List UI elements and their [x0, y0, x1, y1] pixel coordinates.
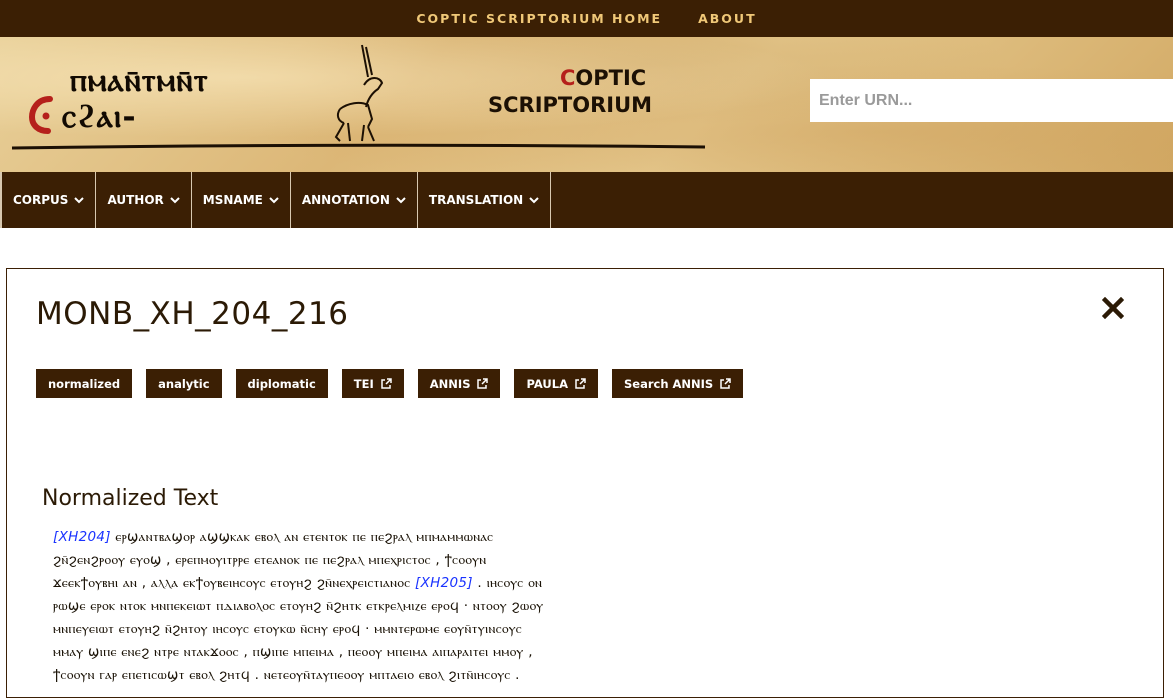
nav-label: MSNAME: [202, 193, 263, 207]
button-label: Search ANNIS: [623, 376, 714, 391]
line-text: ⲙⲙⲁⲩ ϣⲓⲡⲉ ⲉⲛⲉϩ ⲛⲧⲣⲉ ⲛⲧⲁⲕϫⲟⲟⲥ , ⲡϣⲓⲡⲉ ⲙⲡⲉ…: [53, 644, 533, 660]
line-text: ϫⲉⲉⲕϯⲟⲩⲃⲏⲓ ⲁⲛ , ⲁⲗⲗⲁ ⲉⲕϯⲟⲩⲃⲉⲓⲏⲥⲟⲩⲥ ⲉⲧⲟⲩⲏ…: [53, 575, 411, 591]
site-title-line1: OPTIC: [575, 66, 647, 90]
line-text: ϩⲛ̄ϩⲉⲛϩⲣⲟⲟⲩ ⲉⲩⲟϣ , ⲉⲣⲉⲡⲙⲟⲩⲓⲧⲣⲣⲉ ⲉⲧⲉⲁⲛⲟⲕ …: [53, 552, 487, 568]
nav-corpus[interactable]: CORPUS: [0, 172, 95, 228]
urn-search-input[interactable]: [810, 79, 1173, 122]
home-link[interactable]: COPTIC SCRIPTORIUM HOME: [416, 11, 662, 26]
line-text: ⲣⲱϣⲉ ⲉⲣⲟⲕ ⲛⲧⲟⲕ ⲙⲛⲡⲉⲕⲉⲓⲱⲧ ⲡⲇⲓⲁⲃⲟⲗⲟⲥ ⲉⲧⲟⲩⲏ…: [53, 598, 544, 614]
button-label: ANNIS: [429, 376, 471, 391]
section-title: Normalized Text: [42, 486, 219, 511]
text-line: ⲣⲱϣⲉ ⲉⲣⲟⲕ ⲛⲧⲟⲕ ⲙⲛⲡⲉⲕⲉⲓⲱⲧ ⲡⲇⲓⲁⲃⲟⲗⲟⲥ ⲉⲧⲟⲩⲏ…: [53, 595, 673, 618]
line-text: ⲙⲛⲡⲉⲩⲉⲓⲱⲧ ⲉⲧⲟⲩⲏϩ ⲛ̄ϩⲏⲧⲟⲩ ⲓⲏⲥⲟⲩⲥ ⲉⲧⲟⲩⲕⲱ ⲛ…: [53, 621, 522, 637]
about-link[interactable]: ABOUT: [698, 11, 757, 26]
chevron-down-icon: [269, 196, 279, 203]
gazelle-icon: [334, 44, 384, 142]
annis-button[interactable]: ANNIS: [417, 369, 501, 398]
nav-translation[interactable]: TRANSLATION: [416, 172, 552, 228]
tei-button[interactable]: TEI: [341, 369, 404, 398]
logo-coptic-line1: ⲡⲙⲁⲛ̄ⲧⲙⲛ̄ⲧ: [70, 61, 209, 99]
view-buttons: normalized analytic diplomatic TEI ANNIS…: [36, 369, 744, 398]
nav-label: ANNOTATION: [301, 193, 390, 207]
button-label: diplomatic: [247, 376, 316, 391]
line-text: ϯⲥⲟⲟⲩⲛ ⲅⲁⲣ ⲉⲡⲉⲧⲓⲥⲱϣⲧ ⲉⲃⲟⲗ ϩⲏⲧϥ . ⲛⲉⲧⲉⲟⲩⲛ…: [53, 667, 520, 683]
chevron-down-icon: [396, 196, 406, 203]
line-text: . ⲓⲏⲥⲟⲩⲥ ⲟⲛ: [472, 575, 543, 591]
button-label: analytic: [158, 376, 210, 391]
close-icon[interactable]: [1102, 297, 1124, 319]
text-line: ϩⲛ̄ϩⲉⲛϩⲣⲟⲟⲩ ⲉⲩⲟϣ , ⲉⲣⲉⲡⲙⲟⲩⲓⲧⲣⲣⲉ ⲉⲧⲉⲁⲛⲟⲕ …: [53, 549, 673, 572]
page-ref-link[interactable]: [XH205]: [415, 575, 473, 591]
nav-annotation[interactable]: ANNOTATION: [289, 172, 417, 228]
top-bar: COPTIC SCRIPTORIUM HOME ABOUT: [0, 0, 1173, 37]
text-line: ⲙⲛⲡⲉⲩⲉⲓⲱⲧ ⲉⲧⲟⲩⲏϩ ⲛ̄ϩⲏⲧⲟⲩ ⲓⲏⲥⲟⲩⲥ ⲉⲧⲟⲩⲕⲱ ⲛ…: [53, 618, 673, 641]
document-panel: MONB_XH_204_216 normalized analytic dipl…: [6, 268, 1164, 698]
external-link-icon: [477, 378, 489, 389]
search-annis-button[interactable]: Search ANNIS: [611, 369, 744, 398]
text-line: [XH204] ⲉⲣϣⲁⲛⲧⲃⲁϣⲟⲣ ⲁϣϣⲕⲁⲕ ⲉⲃⲟⲗ ⲁⲛ ⲉⲧⲉⲛⲧ…: [53, 526, 673, 549]
nav-label: TRANSLATION: [428, 193, 524, 207]
line-text: ⲉⲣϣⲁⲛⲧⲃⲁϣⲟⲣ ⲁϣϣⲕⲁⲕ ⲉⲃⲟⲗ ⲁⲛ ⲉⲧⲉⲛⲧⲟⲕ ⲡⲉ ⲡⲉ…: [110, 529, 494, 545]
site-title-initial: C: [560, 66, 576, 90]
normalized-button[interactable]: normalized: [36, 369, 133, 398]
site-title[interactable]: COPTIC SCRIPTORIUM: [488, 65, 652, 119]
page-ref-link[interactable]: [XH204]: [53, 529, 111, 545]
logo-coptic-line2: ⲥϩⲁⲓ-: [62, 97, 137, 135]
header-banner: ⲡⲙⲁⲛ̄ⲧⲙⲛ̄ⲧ ⲥϩⲁⲓ- COPTIC SCRIPTORIUM: [0, 37, 1173, 172]
nav-label: CORPUS: [13, 193, 69, 207]
nav-msname[interactable]: MSNAME: [190, 172, 290, 228]
text-line: ϯⲥⲟⲟⲩⲛ ⲅⲁⲣ ⲉⲡⲉⲧⲓⲥⲱϣⲧ ⲉⲃⲟⲗ ϩⲏⲧϥ . ⲛⲉⲧⲉⲟⲩⲛ…: [53, 664, 673, 687]
main-nav: CORPUS AUTHOR MSNAME ANNOTATION TRANSLAT…: [0, 172, 1173, 228]
text-line: ϫⲉⲉⲕϯⲟⲩⲃⲏⲓ ⲁⲛ , ⲁⲗⲗⲁ ⲉⲕϯⲟⲩⲃⲉⲓⲏⲥⲟⲩⲥ ⲉⲧⲟⲩⲏ…: [53, 572, 673, 595]
external-link-icon: [381, 378, 392, 389]
external-link-icon: [720, 378, 731, 389]
site-title-line2: SCRIPTORIUM: [488, 93, 653, 117]
nav-label: AUTHOR: [107, 193, 164, 207]
analytic-button[interactable]: analytic: [146, 369, 222, 398]
text-line: ⲙⲙⲁⲩ ϣⲓⲡⲉ ⲉⲛⲉϩ ⲛⲧⲣⲉ ⲛⲧⲁⲕϫⲟⲟⲥ , ⲡϣⲓⲡⲉ ⲙⲡⲉ…: [53, 641, 673, 664]
external-link-icon: [575, 378, 586, 389]
button-label: PAULA: [526, 376, 568, 391]
chevron-down-icon: [170, 196, 180, 203]
button-label: TEI: [353, 376, 374, 391]
chevron-down-icon: [529, 196, 539, 203]
diplomatic-button[interactable]: diplomatic: [235, 369, 328, 398]
nav-author[interactable]: AUTHOR: [95, 172, 190, 228]
document-title: MONB_XH_204_216: [36, 296, 349, 332]
paula-button[interactable]: PAULA: [514, 369, 598, 398]
button-label: normalized: [48, 376, 121, 391]
chevron-down-icon: [74, 196, 85, 203]
normalized-text: [XH204] ⲉⲣϣⲁⲛⲧⲃⲁϣⲟⲣ ⲁϣϣⲕⲁⲕ ⲉⲃⲟⲗ ⲁⲛ ⲉⲧⲉⲛⲧ…: [53, 526, 673, 687]
